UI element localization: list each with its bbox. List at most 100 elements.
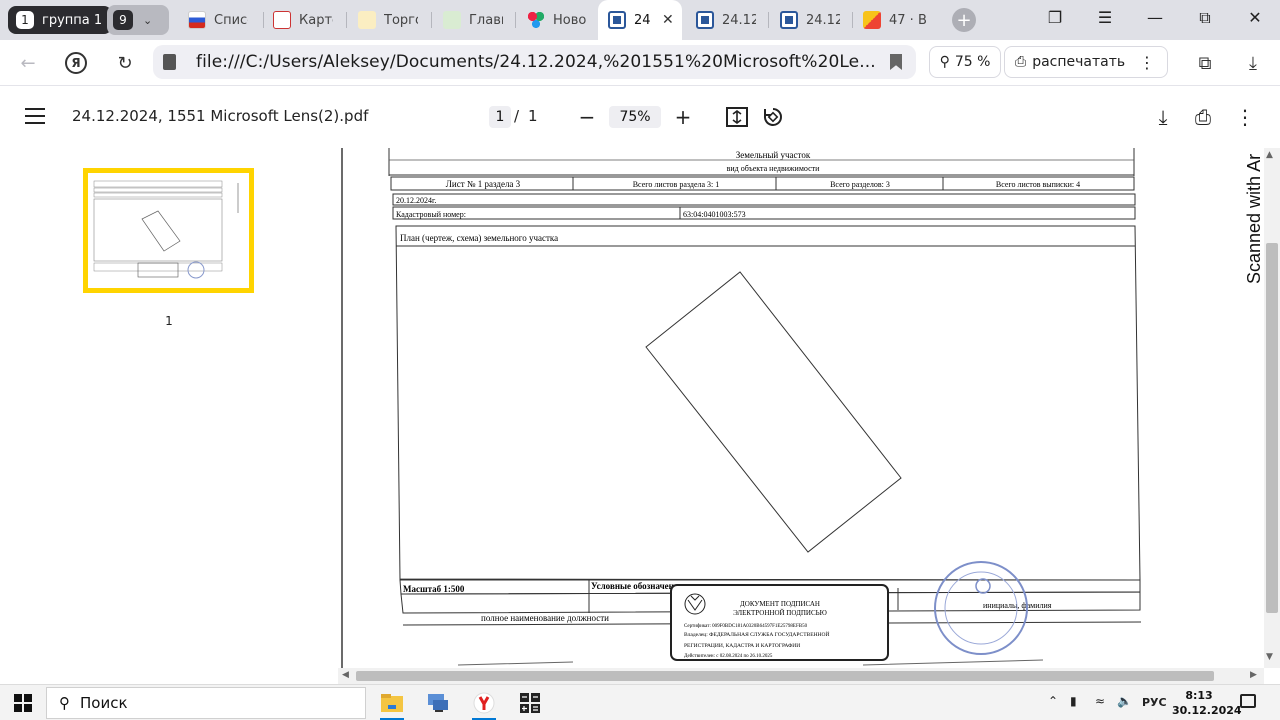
tab-title: 24 (634, 12, 651, 28)
tab-8[interactable]: 24.12 (780, 5, 840, 35)
reader-mode-icon[interactable]: ⧉ (1192, 50, 1218, 76)
sheet-number-text: Лист № 1 раздела 3 (446, 179, 521, 189)
word-doc-icon (608, 11, 626, 29)
section-sheets-text: Всего листов раздела 3: 1 (633, 180, 720, 189)
more-vertical-icon[interactable]: ⋮ (1232, 104, 1258, 130)
clock-time: 8:13 (1185, 689, 1213, 702)
back-arrow-icon[interactable]: ← (15, 50, 41, 76)
language-indicator[interactable]: РУС (1142, 696, 1167, 709)
scanner-watermark-text: Scanned with Ar (1244, 154, 1264, 284)
word-doc-icon (696, 11, 714, 29)
fit-page-icon[interactable] (724, 104, 750, 130)
more-vertical-icon[interactable]: ⋮ (1139, 53, 1155, 72)
yandex-browser-icon[interactable] (470, 689, 498, 720)
tab-separator (431, 12, 432, 28)
tab-separator (263, 12, 264, 28)
download-icon[interactable]: ⤓ (1240, 50, 1266, 76)
printer-icon: ⎙ (1015, 54, 1027, 70)
print-button[interactable]: ⎙ распечатать ⋮ (1004, 46, 1168, 78)
new-tab-button[interactable]: + (952, 8, 976, 32)
tab-4[interactable]: Главн (443, 5, 503, 35)
horizontal-scroll-thumb[interactable] (356, 671, 1214, 681)
calculator-icon[interactable] (516, 689, 544, 717)
scroll-up-icon[interactable]: ▲ (1266, 150, 1273, 160)
clock-date: 30.12.2024 (1172, 704, 1242, 717)
taskbar-clock[interactable]: 8:13 30.12.2024 (1172, 688, 1242, 718)
search-icon: ⚲ (59, 694, 70, 712)
menu-icon[interactable]: ☰ (1093, 8, 1117, 27)
object-type-text: Земельный участок (736, 150, 811, 160)
page-zoom-button[interactable]: ⚲ 75 % (929, 46, 1001, 78)
pdf-page: Земельный участок вид объекта недвижимос… (341, 148, 1214, 668)
chevron-up-icon[interactable]: ⌃ (1048, 694, 1058, 708)
minimize-button[interactable]: — (1143, 8, 1167, 27)
zoom-in-button[interactable]: + (670, 104, 696, 130)
reload-icon[interactable]: ↻ (112, 50, 138, 76)
tab-9[interactable]: 47 · В (863, 5, 933, 35)
vertical-scrollbar[interactable]: ▲ ▼ (1264, 148, 1280, 668)
vertical-scroll-thumb[interactable] (1266, 243, 1278, 613)
stamp-owner-2: РЕГИСТРАЦИИ, КАДАСТРА И КАРТОГРАФИИ (684, 643, 800, 649)
tab-7[interactable]: 24.12 (696, 5, 756, 35)
mail-icon (863, 11, 881, 29)
print-label: распечатать (1032, 54, 1126, 70)
tab-title: Ново (553, 12, 587, 28)
notification-icon[interactable] (1240, 694, 1256, 708)
tab-1[interactable]: Списо (188, 5, 248, 35)
cadastral-label: Кадастровый номер: (396, 210, 466, 219)
taskbar-search-label: Поиск (80, 694, 128, 712)
horizontal-scrollbar[interactable]: ◀ ▶ (338, 668, 1264, 684)
tab-switcher-icon[interactable]: ❐ (1043, 8, 1067, 27)
rotate-icon[interactable] (760, 104, 786, 130)
tab-separator (515, 12, 516, 28)
scroll-down-icon[interactable]: ▼ (1266, 652, 1273, 662)
pdf-toolbar: 24.12.2024, 1551 Microsoft Lens(2).pdf 1… (0, 86, 1280, 148)
page-number-input[interactable]: 1 (489, 106, 511, 128)
battery-icon[interactable]: ▮ (1070, 694, 1077, 708)
tab-group-chip[interactable]: 1 группа 1 (8, 6, 113, 34)
page-separator: / (514, 107, 520, 125)
network-app-icon[interactable] (424, 689, 452, 717)
yandex-icon[interactable]: Я (65, 52, 87, 74)
tab-title: Списо (214, 12, 248, 28)
address-bar: ← Я ↻ file:///C:/Users/Aleksey/Documents… (0, 40, 1280, 86)
scroll-left-icon[interactable]: ◀ (342, 670, 349, 680)
download-icon[interactable]: ⤓ (1150, 104, 1176, 130)
tab-title: 47 · В (889, 12, 927, 28)
tab-6-active[interactable]: 24 ✕ (598, 0, 682, 40)
page-thumbnail[interactable] (83, 168, 254, 293)
tab-2[interactable]: Карто (273, 5, 333, 35)
flag-ru-icon (188, 11, 206, 29)
tab-group-collapse-button[interactable]: 9 ⌄ (107, 5, 169, 35)
bookmark-icon[interactable] (890, 54, 902, 70)
omnibox[interactable]: file:///C:/Users/Aleksey/Documents/24.12… (153, 45, 916, 79)
stamp-signature-text: ЭЛЕКТРОННОЙ ПОДПИСЬЮ (733, 609, 827, 617)
zoom-out-button[interactable]: − (574, 104, 600, 130)
cadastral-number: 63:04:0401003:573 (683, 210, 746, 219)
wifi-icon[interactable]: ≈ (1095, 694, 1105, 708)
tab-group-index: 1 (16, 11, 34, 29)
total-extract-sheets-text: Всего листов выписки: 4 (996, 180, 1080, 189)
scroll-right-icon[interactable]: ▶ (1250, 670, 1257, 680)
close-window-button[interactable]: ✕ (1243, 8, 1267, 27)
print-icon[interactable]: ⎙ (1190, 104, 1216, 130)
stamp-validity: Действителен: с 02.08.2024 по 26.10.2025 (684, 654, 773, 659)
gavel-icon (358, 11, 376, 29)
tab-5[interactable]: Ново (527, 5, 587, 35)
taskbar-search[interactable]: ⚲ Поиск (46, 687, 366, 719)
file-explorer-icon[interactable] (378, 689, 406, 720)
tab-title: Торго (384, 12, 418, 28)
close-icon[interactable]: ✕ (662, 12, 674, 28)
position-label: полное наименование должности (481, 613, 609, 623)
restore-button[interactable]: ⧉ (1193, 8, 1217, 28)
hamburger-menu-icon[interactable] (25, 108, 45, 124)
total-sections-text: Всего разделов: 3 (830, 180, 890, 189)
pdf-document-view[interactable]: Земельный участок вид объекта недвижимос… (338, 148, 1280, 684)
emblem-green-icon (443, 11, 461, 29)
plan-title: План (чертеж, схема) земельного участка (400, 233, 558, 243)
tab-3[interactable]: Торго (358, 5, 418, 35)
windows-start-icon[interactable] (14, 694, 32, 712)
zoom-input[interactable]: 75% (609, 106, 661, 128)
volume-icon[interactable]: 🔈 (1117, 694, 1132, 708)
url-text[interactable]: file:///C:/Users/Aleksey/Documents/24.12… (196, 52, 876, 72)
